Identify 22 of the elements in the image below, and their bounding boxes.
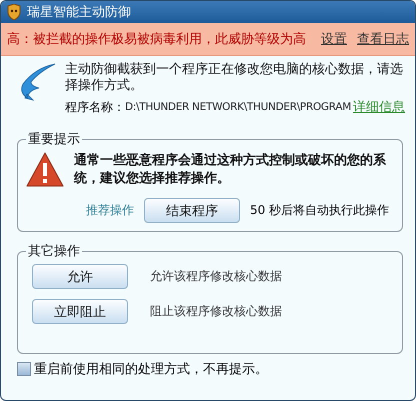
program-path: D:\THUNDER NETWORK\THUNDER\PROGRAM [125, 101, 352, 113]
countdown-text: 50 秒后将自动执行此操作 [250, 202, 390, 219]
program-label: 程序名称： [65, 98, 125, 116]
details-link[interactable]: 详细信息 [353, 98, 405, 116]
header-link[interactable]: 设置 [321, 30, 347, 48]
intro-message: 主动防御截获到一个程序正在修改您电脑的核心数据，请选择操作方式。 [65, 62, 404, 94]
panel-legend: 其它操作 [26, 242, 82, 260]
action-description: 允许该程序修改核心数据 [150, 268, 282, 285]
warning-icon [26, 152, 64, 188]
panel-legend: 重要提示 [26, 130, 82, 148]
header-link[interactable]: 查看日志 [357, 30, 409, 48]
checkbox[interactable] [17, 362, 31, 376]
shield-logo-icon [7, 4, 21, 20]
threat-message: 高：被拦截的操作极易被病毒利用，此威胁等级为高 [7, 31, 307, 48]
action-description: 阻止该程序修改核心数据 [150, 303, 282, 320]
recommended-label: 推荐操作 [86, 202, 134, 219]
action-button[interactable]: 立即阻止 [32, 299, 128, 324]
end-program-button[interactable]: 结束程序 [144, 198, 240, 223]
remember-label: 重启前使用相同的处理方式，不再提示。 [34, 361, 268, 378]
window-title: 瑞星智能主动防御 [27, 4, 131, 21]
action-button[interactable]: 允许 [32, 264, 128, 289]
warning-text: 通常一些恶意程序会通过这种方式控制或破坏的您的系统，建议您选择推荐操作。 [74, 152, 387, 188]
